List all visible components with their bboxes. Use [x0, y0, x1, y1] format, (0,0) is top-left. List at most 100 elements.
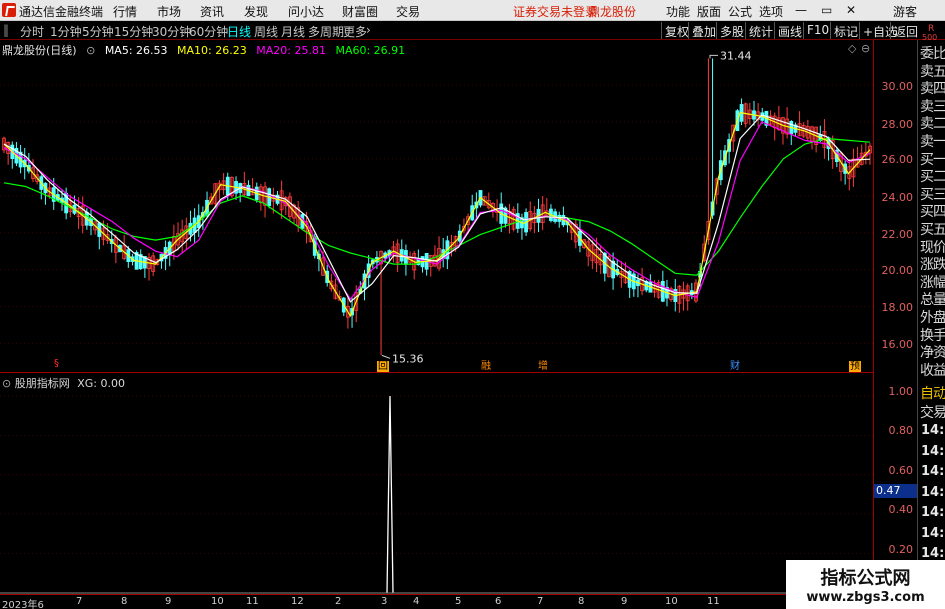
- diejia-button[interactable]: 叠加: [688, 22, 719, 39]
- x-tick-month: 8: [578, 596, 585, 607]
- x-tick-month: 9: [621, 596, 628, 607]
- tab-rixian[interactable]: 日线: [227, 23, 251, 40]
- marker-cai[interactable]: 财: [729, 361, 741, 372]
- ma10-label: MA10: 26.23: [177, 44, 247, 57]
- menu-gongshi[interactable]: 公式: [728, 3, 752, 20]
- tab-30min[interactable]: 30分钟: [152, 23, 191, 40]
- trade-label[interactable]: 交易: [920, 402, 945, 422]
- title-bar: 通达信金融终端 行情 市场 资讯 发现 问小达 财富圈 交易 证券交易未登录 鼎…: [0, 0, 945, 21]
- indicator-tick: 0.40: [888, 503, 914, 516]
- marker-zeng[interactable]: 增: [537, 361, 549, 372]
- ma5-line: [3, 114, 871, 303]
- tongji-button[interactable]: 统计: [745, 22, 776, 39]
- menu-faxian[interactable]: 发现: [244, 3, 268, 20]
- price-tick: 22.00: [881, 228, 914, 241]
- x-tick-month: 11: [707, 596, 720, 607]
- ma10-line: [3, 111, 871, 318]
- price-tick: 16.00: [881, 338, 914, 351]
- high-pointer: [709, 54, 718, 59]
- chevron-right-icon[interactable]: ›: [366, 23, 371, 37]
- marker-hui[interactable]: 回: [377, 361, 389, 372]
- minimize-icon[interactable]: —: [795, 3, 807, 17]
- indicator-name[interactable]: 股朋指标网: [15, 377, 70, 390]
- cursor-value-badge: 0.47: [874, 484, 917, 498]
- indicator-tick: 0.20: [888, 543, 914, 556]
- price-chart[interactable]: 31.44 15.36: [0, 40, 873, 372]
- tab-gengduo[interactable]: 更多: [343, 23, 367, 40]
- indicator-panel[interactable]: [0, 372, 873, 594]
- collapse-icon[interactable]: ⊖: [861, 42, 870, 55]
- tab-fenshi[interactable]: 分时: [20, 23, 44, 40]
- menu-xuanxiang[interactable]: 选项: [759, 3, 783, 20]
- menu-wenxiaoda[interactable]: 问小达: [288, 3, 324, 20]
- f10-button[interactable]: F10: [803, 22, 832, 39]
- biaoji-button[interactable]: 标记: [830, 22, 861, 39]
- low-price-label: 15.36: [392, 352, 424, 365]
- menu-caifuquan[interactable]: 财富圈: [342, 3, 378, 20]
- menu-jiaoyi[interactable]: 交易: [396, 3, 420, 20]
- menu-gongneng[interactable]: 功能: [666, 3, 690, 20]
- marker-yu[interactable]: 预: [849, 361, 861, 372]
- trade-time: 14:56: [921, 484, 945, 500]
- indicator-svg[interactable]: [0, 373, 873, 595]
- event-marker-small[interactable]: §: [53, 358, 60, 369]
- quote-field-label: 收益: [920, 362, 945, 379]
- x-tick-month: 12: [291, 596, 304, 607]
- back-button[interactable]: 返回: [890, 22, 921, 39]
- price-chart-svg[interactable]: 31.44 15.36: [0, 40, 873, 372]
- tab-1min[interactable]: 1分钟: [50, 23, 82, 40]
- guest-label[interactable]: 游客: [893, 3, 917, 20]
- login-notice[interactable]: 证券交易未登录: [513, 3, 597, 20]
- x-tick-month: 9: [165, 596, 172, 607]
- tab-60min[interactable]: 60分钟: [189, 23, 228, 40]
- price-tick: 20.00: [881, 264, 914, 277]
- x-tick-month: 5: [455, 596, 462, 607]
- duogu-button[interactable]: 多股: [716, 22, 747, 39]
- tab-duozhouqi[interactable]: 多周期: [308, 23, 344, 40]
- huaxian-button[interactable]: 画线: [774, 22, 805, 39]
- x-tick-month: 4: [413, 596, 420, 607]
- price-tick: 26.00: [881, 153, 914, 166]
- toolbar-left-icon[interactable]: ‖: [3, 23, 9, 37]
- xg-signal-spike: [386, 395, 394, 594]
- trade-time: 14:56: [921, 505, 945, 520]
- ma20-line: [3, 121, 871, 301]
- tab-5min[interactable]: 5分钟: [82, 23, 114, 40]
- auto-label[interactable]: 自动: [920, 383, 945, 403]
- low-pointer: [381, 354, 391, 359]
- menu-hangqing[interactable]: 行情: [113, 3, 137, 20]
- watermark-title: 指标公式网: [820, 568, 911, 589]
- trade-time: 14:56: [921, 546, 945, 561]
- ma-legend: 鼎龙股份(日线) ⊙ MA5: 26.53 MA10: 26.23 MA20: …: [2, 42, 411, 58]
- price-tick: 30.00: [881, 80, 914, 93]
- high-price-label: 31.44: [720, 49, 752, 62]
- trade-time: 14:56: [921, 443, 945, 459]
- tab-yuexian[interactable]: 月线: [281, 23, 305, 40]
- restore-icon[interactable]: ▭: [821, 3, 832, 17]
- tab-15min[interactable]: 15分钟: [114, 23, 153, 40]
- close-icon[interactable]: ✕: [846, 3, 856, 17]
- menu-shichang[interactable]: 市场: [157, 3, 181, 20]
- x-tick-month: 7: [537, 596, 544, 607]
- legend-dropdown-icon[interactable]: ⊙: [86, 44, 95, 57]
- x-tick-month: 8: [121, 596, 128, 607]
- x-tick-year: 2023年6: [2, 600, 44, 609]
- ma20-label: MA20: 25.81: [256, 44, 326, 57]
- expand-diamond-icon[interactable]: ◇: [848, 42, 856, 55]
- x-tick-month: 7: [76, 596, 83, 607]
- menu-banmian[interactable]: 版面: [697, 3, 721, 20]
- menu-zixun[interactable]: 资讯: [200, 3, 224, 20]
- watermark-url: www.zbgs3.com: [806, 590, 925, 605]
- stock-period-label: 鼎龙股份(日线): [2, 44, 77, 57]
- r-value: 500: [922, 33, 938, 42]
- price-axis: 30.00 28.00 26.00 24.00 22.00 20.00 18.0…: [873, 40, 917, 372]
- tab-zhouxian[interactable]: 周线: [254, 23, 278, 40]
- indicator-dropdown-icon[interactable]: ⊙: [2, 377, 11, 390]
- indicator-tick: 1.00: [888, 385, 914, 398]
- app-name: 通达信金融终端: [19, 5, 104, 19]
- marker-rong[interactable]: 融: [480, 361, 492, 372]
- x-tick-month: 2: [335, 596, 342, 607]
- watermark: 指标公式网 www.zbgs3.com: [786, 560, 945, 609]
- period-toolbar: ‖ 分时 1分钟 5分钟 15分钟 30分钟 60分钟 日线 周线 月线 多周期…: [0, 21, 945, 40]
- trade-time: 14:56: [921, 423, 945, 438]
